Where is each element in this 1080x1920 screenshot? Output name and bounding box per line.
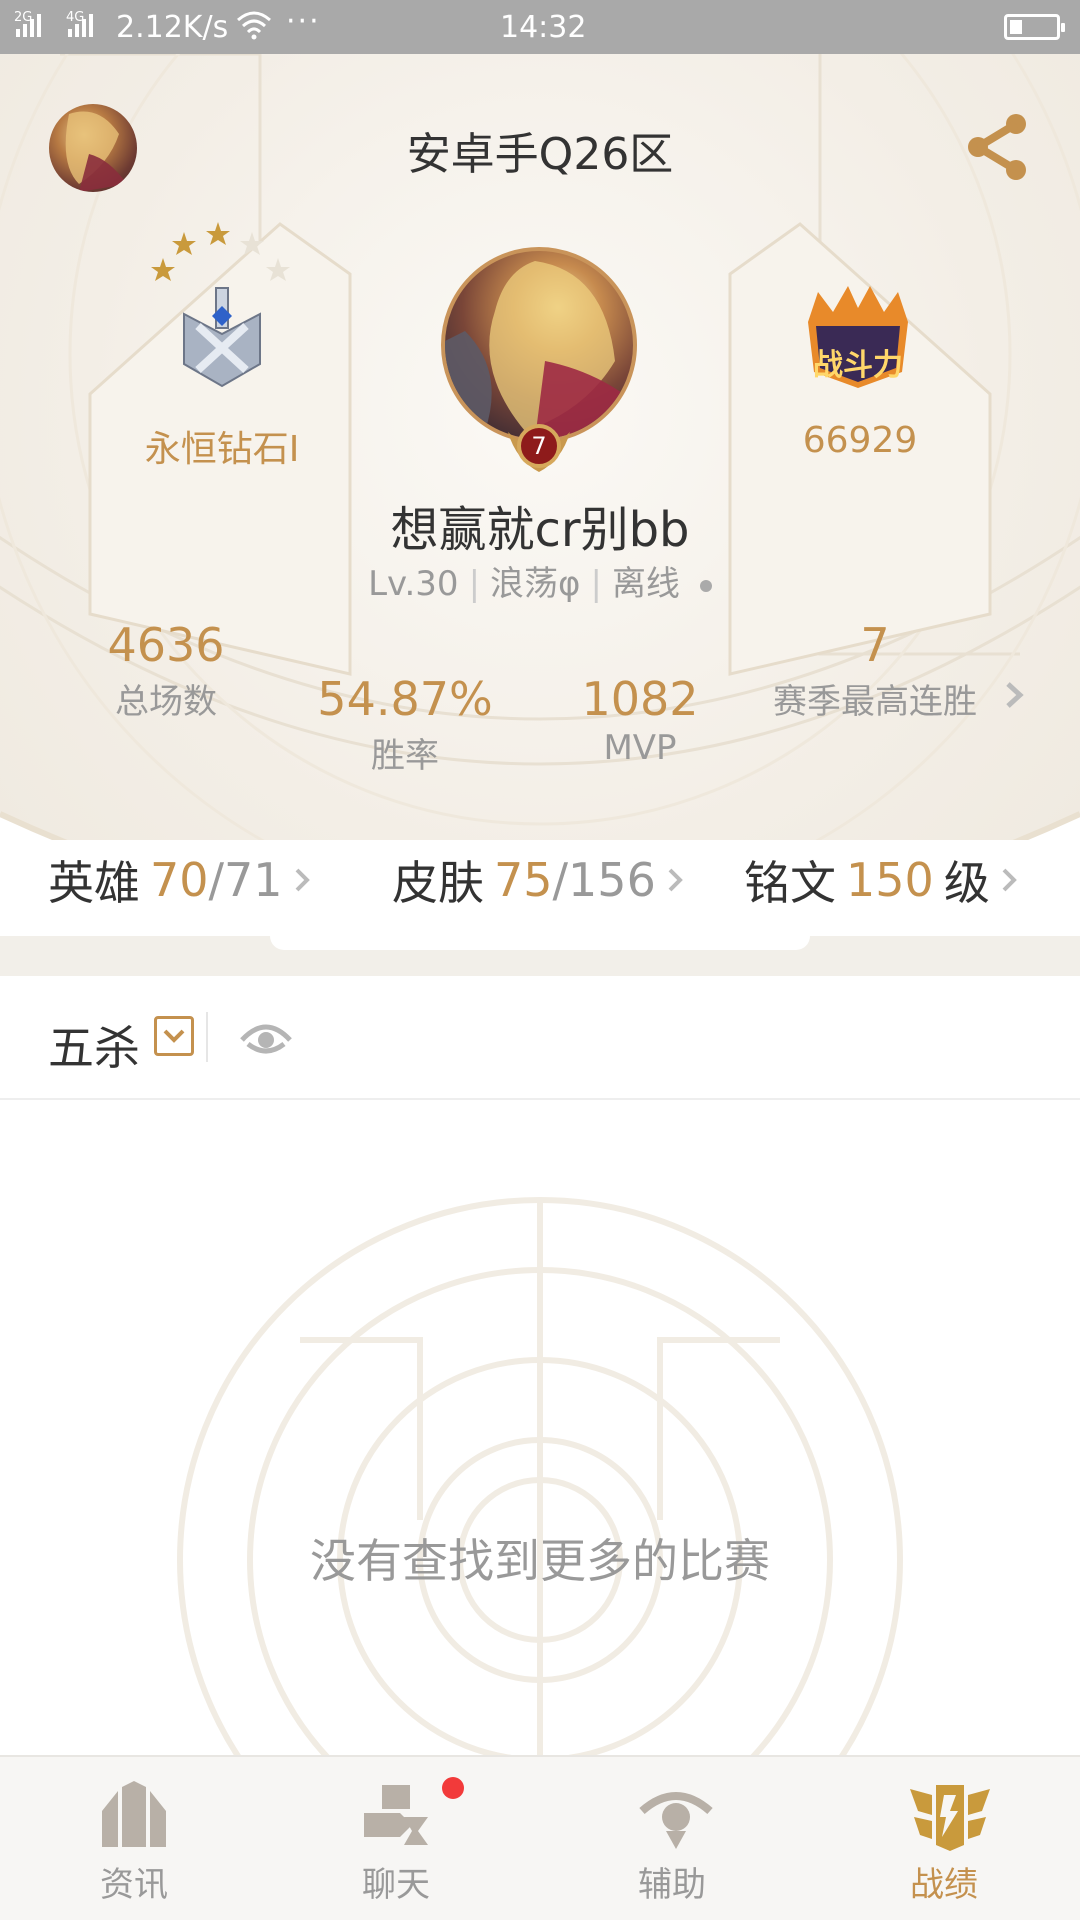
- stat-mvp: 1082 MVP: [560, 672, 720, 768]
- rank-stars: [151, 222, 290, 281]
- network-speed: 2.12K/s: [116, 10, 229, 45]
- unread-badge: [442, 1777, 464, 1799]
- stat-value: 4636: [107, 618, 225, 672]
- nav-item-news[interactable]: 资讯: [34, 1757, 234, 1920]
- share-icon[interactable]: [966, 112, 1028, 182]
- avatar-art: [445, 261, 633, 439]
- nav-item-assist[interactable]: 辅助: [572, 1757, 772, 1920]
- rank-label: 永恒钻石I: [144, 429, 300, 470]
- combat-power-emblem-text: 战斗力: [813, 348, 903, 383]
- runes-label: 铭文: [744, 856, 836, 910]
- empty-message: 没有查找到更多的比赛: [310, 1534, 770, 1588]
- runes-value: 150: [846, 853, 934, 907]
- signal-bars-icon: [68, 14, 93, 37]
- battery-icon: [1004, 14, 1065, 40]
- visibility-eye-icon[interactable]: [240, 1018, 292, 1058]
- assist-icon: [639, 1792, 713, 1849]
- skins-count[interactable]: 皮肤 75/156: [392, 840, 686, 920]
- stat-best-streak[interactable]: 7 赛季最高连胜: [760, 618, 990, 723]
- filter-separator: [206, 1012, 208, 1062]
- chat-icon: [364, 1785, 428, 1845]
- chevron-right-icon: [1002, 868, 1017, 892]
- stat-label: MVP: [603, 728, 677, 768]
- heroes-total: /71: [208, 853, 283, 907]
- runes-level[interactable]: 铭文 150 级: [744, 840, 1020, 920]
- chevron-down-icon: [163, 1029, 185, 1043]
- offline-status-dot: [699, 579, 712, 592]
- signal-bars-icon: [16, 14, 41, 37]
- stat-total-games: 4636 总场数: [86, 618, 246, 723]
- match-list-empty: [0, 1100, 1080, 1755]
- filter-dropdown-button[interactable]: [154, 1016, 194, 1056]
- stat-value: 1082: [581, 672, 699, 726]
- status-bar: 2G 4G 2.12K/s ··· 14:32: [0, 0, 1080, 54]
- meta-separator: |: [590, 564, 602, 604]
- nav-item-record[interactable]: 战绩: [844, 1757, 1044, 1920]
- stat-label: 胜率: [371, 736, 439, 776]
- player-name: 想赢就cr别bb: [390, 502, 690, 558]
- filter-label[interactable]: 五杀: [48, 1012, 140, 1078]
- chevron-right-icon[interactable]: [1004, 680, 1028, 710]
- meta-separator: |: [468, 564, 481, 604]
- chevron-right-icon: [295, 868, 310, 892]
- server-title: 安卓手Q26区: [406, 129, 674, 180]
- level-badge-number: 7: [531, 432, 547, 460]
- stat-label: 总场数: [115, 682, 217, 722]
- player-level: Lv.30: [368, 564, 459, 604]
- diamond-rank-emblem-icon: [183, 287, 261, 388]
- nav-label: 战绩: [910, 1865, 978, 1905]
- heroes-owned: 70: [150, 853, 209, 907]
- player-meta: Lv.30 | 浪荡φ | 离线: [0, 556, 1080, 605]
- player-status: 离线: [611, 564, 680, 604]
- nav-label: 资讯: [100, 1865, 168, 1905]
- record-icon: [910, 1785, 990, 1851]
- player-avatar[interactable]: [441, 247, 637, 443]
- skins-total: /156: [552, 853, 656, 907]
- stat-value: 54.87%: [317, 672, 493, 726]
- heroes-label: 英雄: [48, 856, 140, 910]
- bottom-navigation: 资讯 聊天 辅助 战绩: [0, 1755, 1080, 1920]
- nav-item-chat[interactable]: 聊天: [296, 1757, 496, 1920]
- heroes-count[interactable]: 英雄 70/71: [48, 840, 313, 920]
- match-filter-bar: 五杀: [0, 976, 1080, 1100]
- combat-power-value: 66929: [802, 420, 918, 461]
- player-title: 浪荡φ: [490, 564, 581, 604]
- wifi-icon: [237, 11, 271, 40]
- skins-owned: 75: [494, 853, 553, 907]
- chevron-right-icon: [668, 868, 683, 892]
- stat-value: 7: [860, 618, 890, 672]
- nav-label: 辅助: [638, 1865, 706, 1905]
- section-divider: [0, 936, 1080, 976]
- collection-counts: 英雄 70/71 皮肤 75/156 铭文 150 级: [0, 840, 1080, 940]
- more-dots: ···: [286, 4, 321, 39]
- stat-win-rate: 54.87% 胜率: [300, 672, 510, 777]
- skins-label: 皮肤: [392, 856, 484, 910]
- runes-unit: 级: [943, 856, 990, 910]
- news-icon: [102, 1781, 166, 1847]
- nav-label: 聊天: [362, 1865, 430, 1905]
- stat-label: 赛季最高连胜: [773, 682, 977, 722]
- clock: 14:32: [500, 10, 587, 45]
- empty-watermark-pattern: [177, 1197, 903, 1755]
